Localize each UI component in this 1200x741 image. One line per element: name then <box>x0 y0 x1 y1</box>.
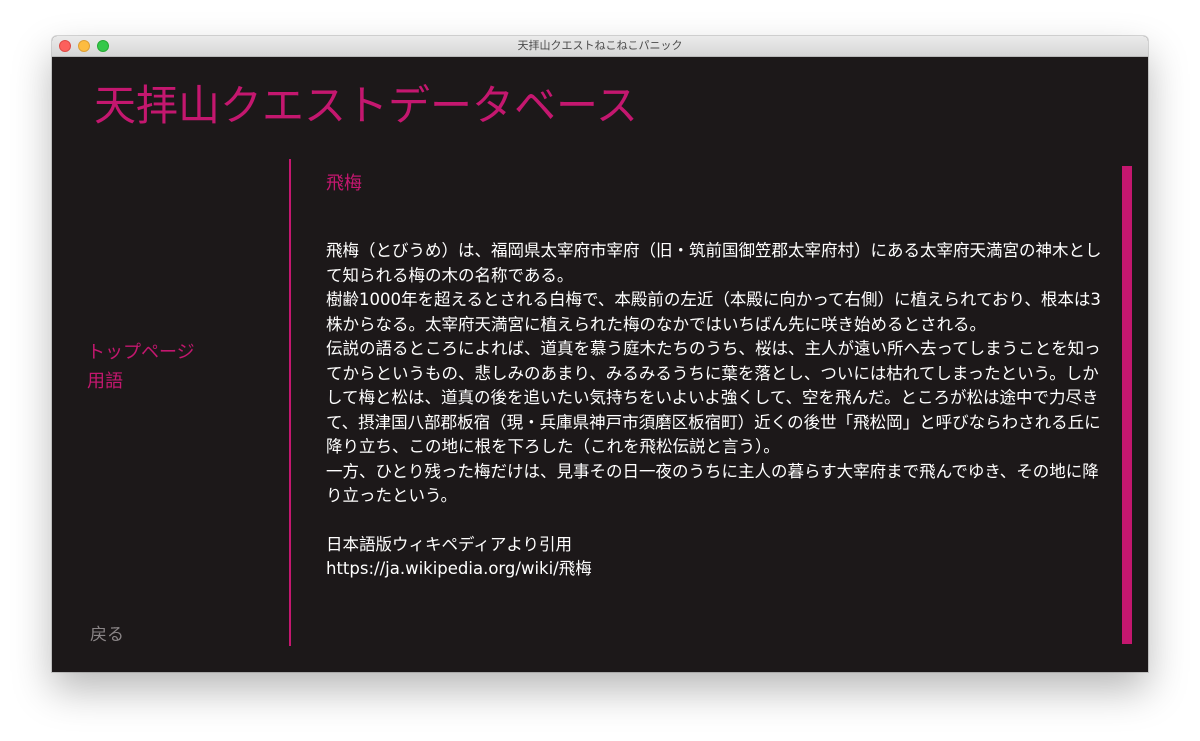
entry-paragraph: 樹齢1000年を超えるとされる白梅で、本殿前の左近（本殿に向かって右側）に植えら… <box>326 290 1101 334</box>
back-button[interactable]: 戻る <box>90 620 124 645</box>
entry-paragraph: 伝説の語るところによれば、道真を慕う庭木たちのうち、桜は、主人が遠い所へ去ってし… <box>326 339 1101 456</box>
entry-title: 飛梅 <box>326 173 362 194</box>
app-window: 天拝山クエストねこねこパニック 天拝山クエストデータベース トップページ 用語 … <box>52 36 1148 672</box>
content-scrollbar[interactable] <box>1122 166 1132 644</box>
entry-paragraph: 飛梅（とびうめ）は、福岡県太宰府市宰府（旧・筑前国御笠郡太宰府村）にある太宰府天… <box>326 241 1102 285</box>
window-title: 天拝山クエストねこねこパニック <box>517 39 683 52</box>
nav-item-glossary[interactable]: 用語 <box>87 367 195 396</box>
entry-paragraph: 一方、ひとり残った梅だけは、見事その日一夜のうちに主人の暮らす大宰府まで飛んでゆ… <box>326 461 1099 506</box>
source-label: 日本語版ウィキペディアより引用 <box>326 534 573 554</box>
title-bar: 天拝山クエストねこねこパニック <box>52 36 1148 57</box>
entry-content: 飛梅（とびうめ）は、福岡県太宰府市宰府（旧・筑前国御笠郡太宰府村）にある太宰府天… <box>326 239 1112 582</box>
vertical-divider <box>289 159 291 646</box>
source-url: https://ja.wikipedia.org/wiki/飛梅 <box>326 559 592 578</box>
nav-item-top-page[interactable]: トップページ <box>87 338 195 367</box>
app-title: 天拝山クエストデータベース <box>94 81 638 130</box>
side-nav: トップページ 用語 <box>87 338 195 396</box>
